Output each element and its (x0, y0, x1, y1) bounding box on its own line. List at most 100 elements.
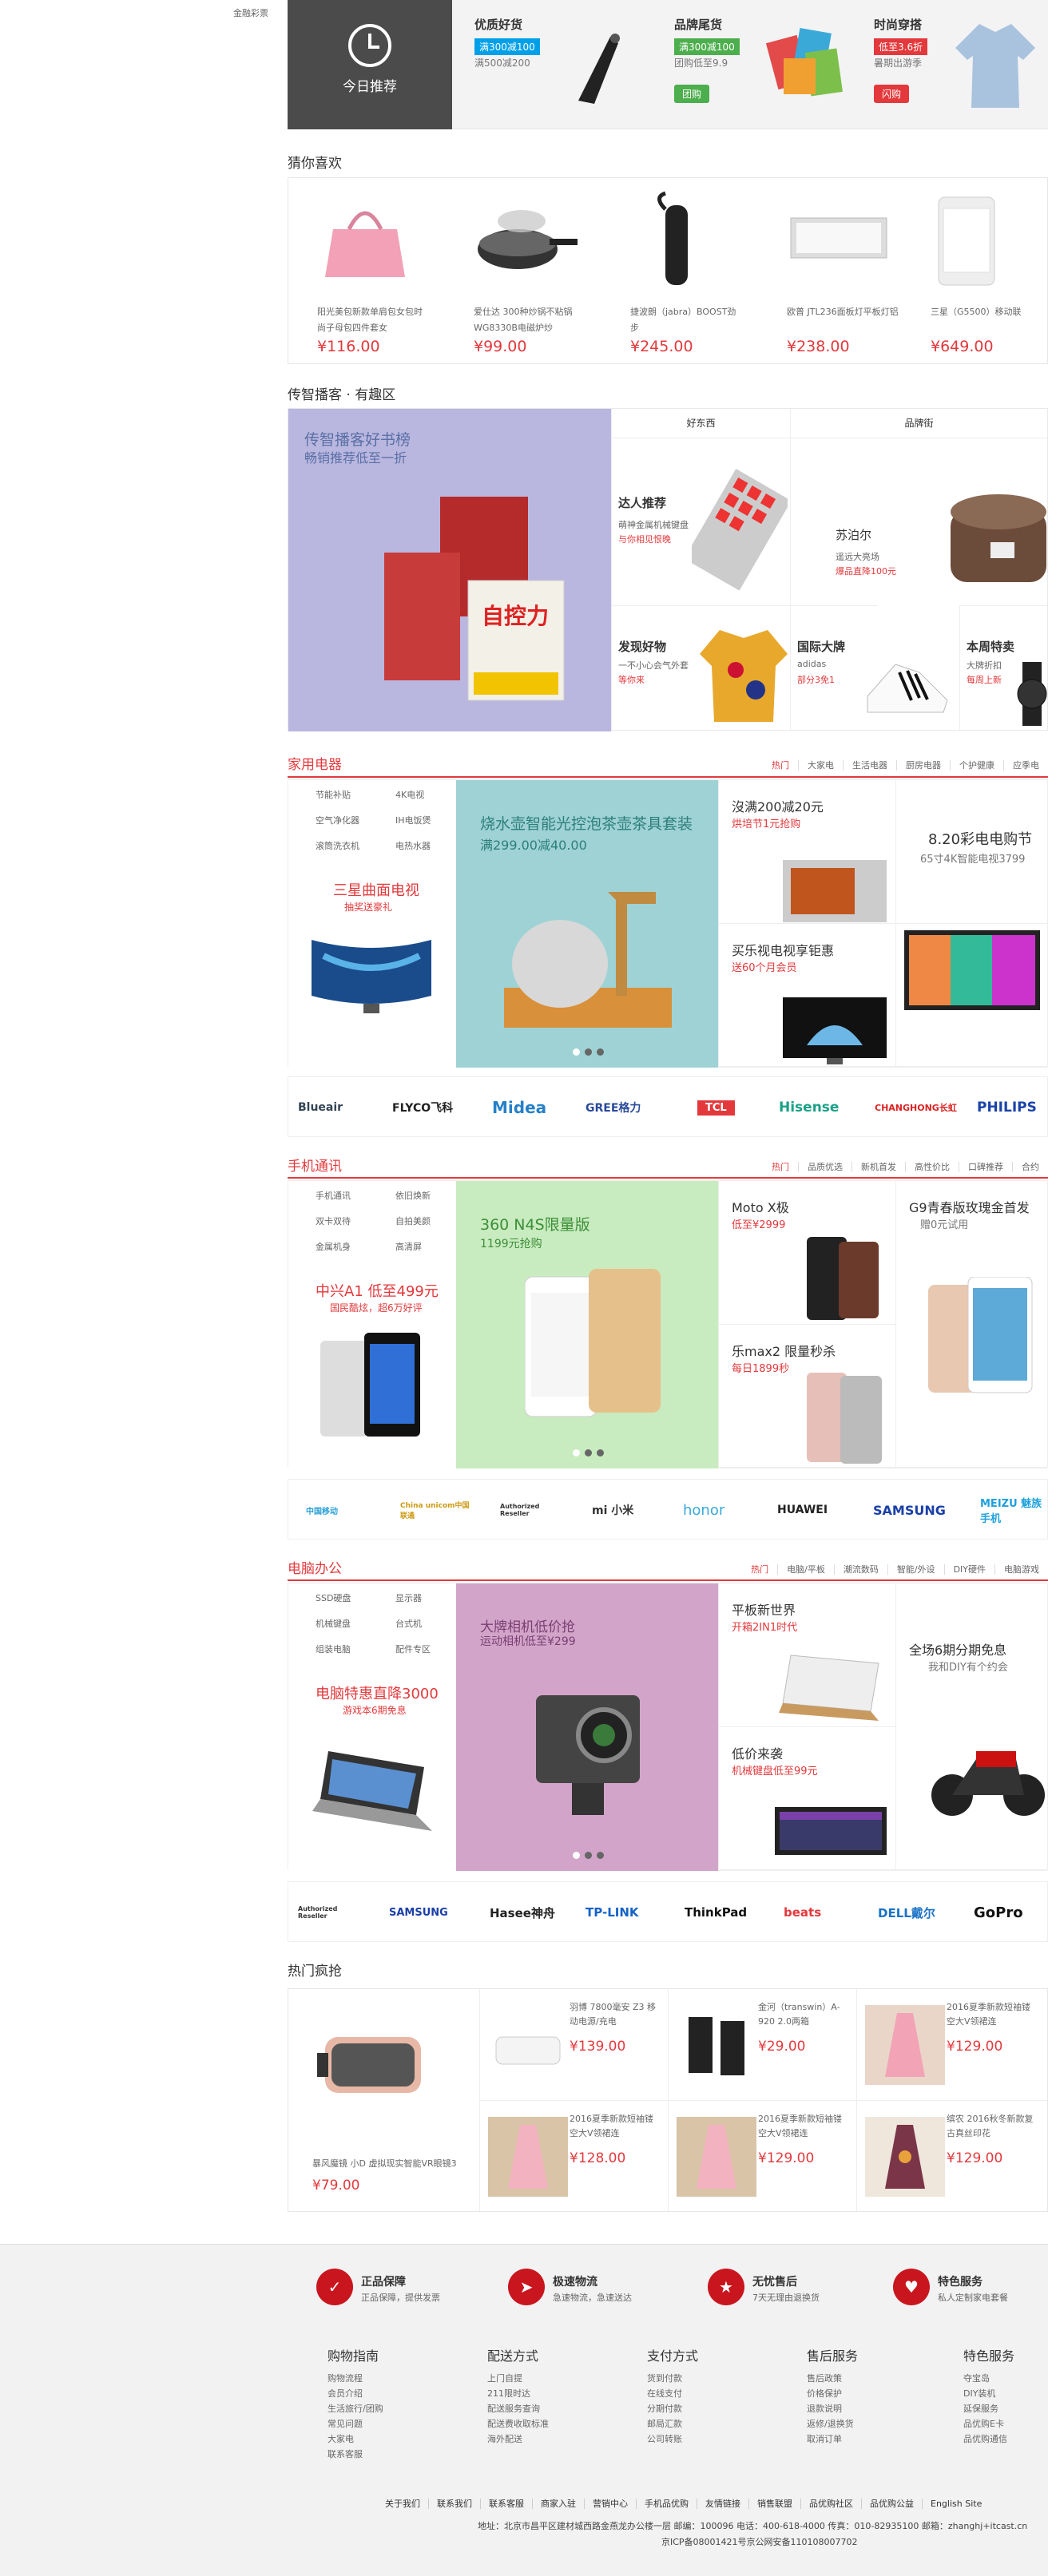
list-item[interactable]: 欧普 JTL236面板灯平板灯铝 ¥238.00 (758, 178, 915, 365)
tab[interactable]: 大家电 (798, 760, 843, 771)
appliance-right-cell[interactable] (895, 924, 1047, 1068)
tab[interactable]: 智能/外设 (887, 1564, 944, 1575)
tab[interactable]: 品质优选 (798, 1162, 852, 1172)
brand-logo[interactable]: China unicom中国联通 (400, 1480, 472, 1540)
group-buy-button[interactable]: 团购 (674, 85, 710, 103)
footer-link[interactable]: 取消订单 (807, 2431, 927, 2447)
cell-supor[interactable]: 苏泊尔 遥远大亮场 爆品直降100元 (790, 438, 1047, 605)
brand-logo[interactable]: Blueair (298, 1077, 343, 1138)
tab[interactable]: 应季电 (1003, 760, 1048, 771)
category-link[interactable]: 4K电视 (395, 788, 424, 801)
hot-item[interactable]: 2016夏季新款短袖镂空大V领裙连 ¥129.00 (669, 2101, 857, 2213)
category-link[interactable]: 机械键盘 (316, 1617, 351, 1630)
hot-item[interactable]: 金河（transwin）A-920 2.0两箱 ¥29.00 (669, 1989, 857, 2101)
carousel-dots[interactable] (573, 1047, 609, 1059)
footer-link[interactable]: 在线支付 (647, 2386, 767, 2401)
brand-logo[interactable]: PHILIPS (977, 1077, 1037, 1138)
footer-link[interactable]: 价格保护 (807, 2386, 927, 2401)
category-link[interactable]: 电热水器 (395, 839, 431, 852)
promo-brand[interactable]: 品牌尾货 满300减100 团购低至9.9 团购 (660, 0, 859, 129)
footer-link[interactable]: DIY装机 (963, 2386, 1043, 2401)
footer-link[interactable]: 关于我们 (377, 2499, 428, 2509)
cell-talent[interactable]: 达人推荐 萌神金属机械键盘 与你相见恨晚 (611, 438, 790, 605)
phone-right-cell[interactable]: Moto X极 低至¥2999 (718, 1181, 895, 1325)
brand-logo[interactable]: Hisense (779, 1077, 839, 1138)
carousel-dots[interactable] (573, 1448, 609, 1460)
footer-link[interactable]: 公司转账 (647, 2431, 767, 2447)
category-link[interactable]: 空气净化器 (316, 814, 359, 826)
footer-link[interactable]: 延保服务 (963, 2401, 1043, 2416)
phone-banner[interactable]: 360 N4S限量版 1199元抢购 (456, 1181, 718, 1468)
footer-link[interactable]: 返修/退换货 (807, 2416, 927, 2431)
tab[interactable]: DIY硬件 (943, 1564, 994, 1575)
brand-logo[interactable]: GoPro (974, 1882, 1023, 1943)
category-link[interactable]: 高清屏 (395, 1240, 422, 1253)
footer-link[interactable]: 上门自提 (487, 2371, 607, 2386)
pc-right-cell[interactable]: 低价来袭 机械键盘低至99元 (718, 1727, 895, 1871)
footer-link[interactable]: 货到付款 (647, 2371, 767, 2386)
footer-link[interactable]: 品优购公益 (861, 2499, 922, 2509)
category-link[interactable]: 金属机身 (316, 1240, 351, 1253)
hot-item[interactable]: 缤农 2016秋冬新款复古真丝印花 ¥129.00 (857, 2101, 1048, 2213)
promo-red-title[interactable]: 电脑特惠直降3000 (316, 1682, 439, 1703)
media-banner[interactable]: 传智播客好书榜 畅销推荐低至一折 自控力 (288, 409, 611, 731)
footer-link[interactable]: 211限时达 (487, 2386, 607, 2401)
appliance-right-cell[interactable]: 沒满200减20元 烘培节1元抢购 (718, 780, 895, 924)
category-link[interactable]: 依旧焕新 (395, 1189, 431, 1202)
appliance-right-cell[interactable]: 买乐视电视享钜惠 送60个月会员 (718, 924, 895, 1068)
footer-link[interactable]: 营销中心 (584, 2499, 636, 2509)
brand-logo[interactable]: GREE格力 (586, 1077, 641, 1138)
brand-logo[interactable]: DELL戴尔 (878, 1882, 935, 1943)
tab[interactable]: 口碑推荐 (959, 1162, 1012, 1172)
footer-link[interactable]: 购物流程 (328, 2371, 447, 2386)
brand-logo[interactable]: SAMSUNG (389, 1882, 448, 1943)
hot-item[interactable]: 2016夏季新款短袖镂空大V领裙连 ¥129.00 (857, 1989, 1048, 2101)
category-link[interactable]: 节能补贴 (316, 788, 351, 801)
hot-main-item[interactable]: 暴风魔镜 小D 虚拟现实智能VR眼镜3 ¥79.00 (288, 1989, 480, 2213)
footer-link[interactable]: 品优购社区 (800, 2499, 861, 2509)
brand-logo[interactable]: HUAWEI (777, 1480, 828, 1540)
footer-link[interactable]: 销售联盟 (748, 2499, 800, 2509)
brand-logo[interactable]: 中国移动 (306, 1480, 338, 1540)
footer-link[interactable]: 常见问题 (328, 2416, 447, 2431)
cell-weekly[interactable]: 本周特卖 大牌折扣 每周上新 (959, 605, 1047, 731)
finance-lottery-link[interactable]: 金融彩票 (233, 6, 268, 19)
pc-right-cell[interactable]: 平板新世界 开箱2IN1时代 (718, 1583, 895, 1727)
footer-link[interactable]: 退款说明 (807, 2401, 927, 2416)
brand-logo[interactable]: Midea (492, 1077, 546, 1138)
appliance-banner[interactable]: 烧水壶智能光控泡茶壶茶具套装 满299.00减40.00 (456, 780, 718, 1068)
footer-link[interactable]: 大家电 (328, 2431, 447, 2447)
phone-right-cell[interactable]: G9青春版玫瑰金首发 赠0元试用 (895, 1181, 1047, 1468)
footer-link[interactable]: 品优购E卡 (963, 2416, 1043, 2431)
footer-link[interactable]: 手机品优购 (636, 2499, 697, 2509)
footer-link[interactable]: 售后政策 (807, 2371, 927, 2386)
pc-banner[interactable]: 大牌相机低价抢 运动相机低至¥299 (456, 1583, 718, 1871)
promo-fashion[interactable]: 时尚穿搭 低至3.6折 暑期出游季 闪购 (859, 0, 1048, 129)
tab[interactable]: 生活电器 (843, 760, 896, 771)
category-link[interactable]: 滚筒洗衣机 (316, 839, 359, 852)
category-link[interactable]: 台式机 (395, 1617, 422, 1630)
footer-link[interactable]: 分期付款 (647, 2401, 767, 2416)
flash-sale-button[interactable]: 闪购 (874, 85, 910, 103)
brand-logo[interactable]: MEIZU 魅族手机 (980, 1480, 1044, 1540)
brand-logo[interactable]: TP-LINK (586, 1882, 639, 1943)
hot-item[interactable]: 羽博 7800毫安 Z3 移动电源/充电 ¥139.00 (480, 1989, 669, 2101)
category-link[interactable]: 手机通讯 (316, 1189, 351, 1202)
footer-link[interactable]: 会员介绍 (328, 2386, 447, 2401)
brand-logo[interactable]: honor (683, 1480, 724, 1540)
category-link[interactable]: 配件专区 (395, 1643, 431, 1655)
footer-link[interactable]: 配送服务查询 (487, 2401, 607, 2416)
brand-logo[interactable]: FLYCO飞科 (392, 1077, 453, 1138)
list-item[interactable]: 阳光美包新款单肩包女包时尚子母包四件套女 ¥116.00 (288, 178, 445, 365)
brand-logo[interactable]: Authorized Reseller (298, 1882, 362, 1943)
footer-link[interactable]: 生活旅行/团购 (328, 2401, 447, 2416)
carousel-dots[interactable] (573, 1850, 609, 1862)
tab[interactable]: 热门 (742, 1564, 777, 1575)
cell-discover[interactable]: 发现好物 一不小心会气外套 等你来 (611, 605, 790, 731)
tab[interactable]: 热门 (763, 1162, 798, 1172)
hot-item[interactable]: 2016夏季新款短袖镂空大V领裙连 ¥128.00 (480, 2101, 669, 2213)
tab[interactable]: 合约 (1012, 1162, 1048, 1172)
today-recommend[interactable]: 今日推荐 (288, 0, 452, 129)
category-link[interactable]: 自拍美颜 (395, 1215, 431, 1227)
footer-link[interactable]: 友情链接 (697, 2499, 748, 2509)
